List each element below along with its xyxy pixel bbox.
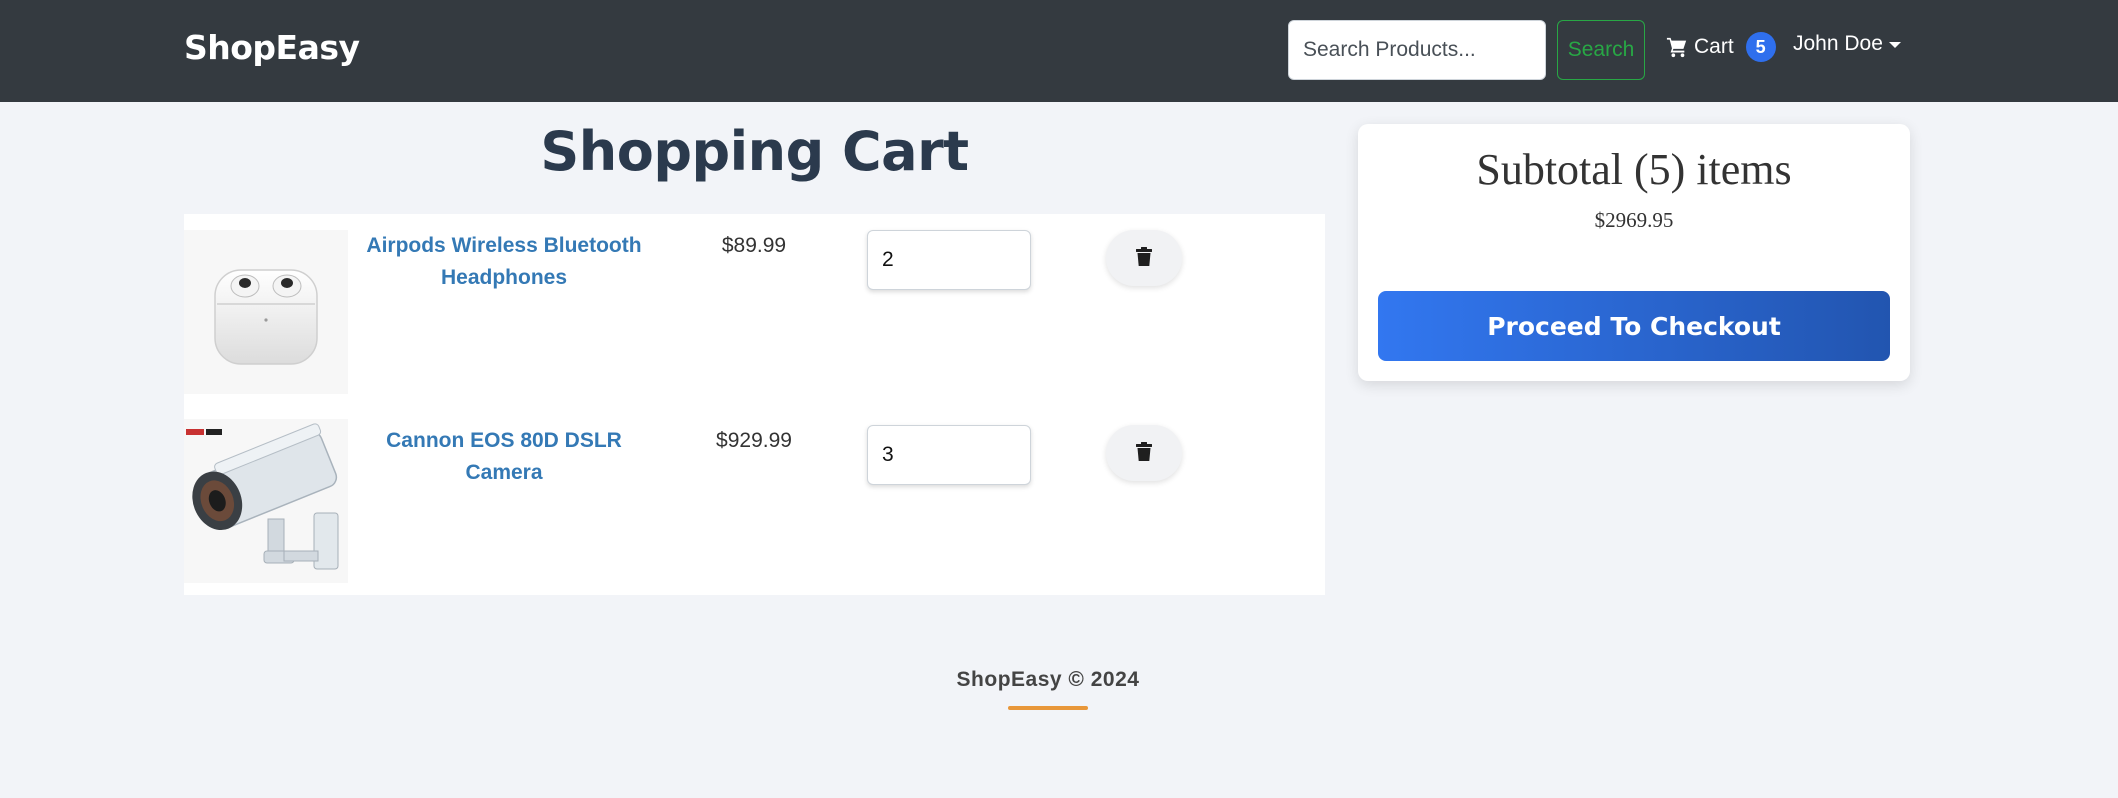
navbar: ShopEasy Search Cart 5 John Doe xyxy=(0,0,2118,102)
cart-count-badge: 5 xyxy=(1745,32,1776,62)
user-menu-dropdown[interactable]: John Doe xyxy=(1793,32,1901,56)
cart-items-list: Airpods Wireless Bluetooth Headphones $8… xyxy=(184,214,1325,595)
subtotal-amount: $2969.95 xyxy=(1594,208,1674,232)
footer-copyright: ShopEasy © 2024 xyxy=(956,668,1140,691)
trash-icon xyxy=(1135,246,1153,270)
footer-divider xyxy=(1008,706,1088,710)
user-name: John Doe xyxy=(1793,32,1883,55)
search-input[interactable] xyxy=(1288,20,1546,80)
product-image-airpods[interactable] xyxy=(184,230,348,394)
trash-icon xyxy=(1135,441,1153,465)
product-price: $89.99 xyxy=(721,234,787,257)
product-name-link[interactable]: Cannon EOS 80D DSLR Camera xyxy=(364,425,644,489)
order-summary-card: Subtotal (5) items $2969.95 Proceed To C… xyxy=(1358,124,1910,381)
remove-item-button[interactable] xyxy=(1106,425,1182,481)
search-button[interactable]: Search xyxy=(1557,20,1645,80)
cart-item-row: Airpods Wireless Bluetooth Headphones $8… xyxy=(184,214,1325,394)
remove-item-button[interactable] xyxy=(1106,230,1182,286)
subtotal-heading: Subtotal (5) items xyxy=(1476,145,1792,194)
proceed-to-checkout-button[interactable]: Proceed To Checkout xyxy=(1378,291,1890,361)
cart-item-row: Cannon EOS 80D DSLR Camera $929.99 xyxy=(184,409,1325,583)
brand-logo[interactable]: ShopEasy xyxy=(184,28,360,67)
product-name-link[interactable]: Airpods Wireless Bluetooth Headphones xyxy=(364,230,644,294)
shopping-cart-icon xyxy=(1666,36,1688,58)
page-title: Shopping Cart xyxy=(540,120,969,183)
quantity-input[interactable] xyxy=(867,425,1031,485)
caret-down-icon xyxy=(1888,42,1901,48)
cart-link[interactable]: Cart 5 xyxy=(1666,30,1776,64)
quantity-input[interactable] xyxy=(867,230,1031,290)
cart-label: Cart xyxy=(1694,35,1734,58)
product-image-camera[interactable] xyxy=(184,419,348,583)
product-price: $929.99 xyxy=(716,429,792,452)
